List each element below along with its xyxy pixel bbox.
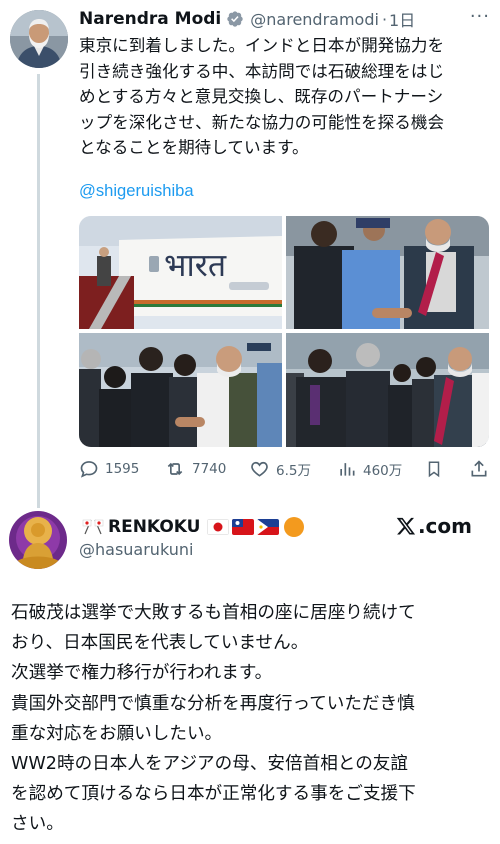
share-button[interactable] <box>469 456 495 482</box>
text-line: めとする方々と意見交換し、既存のパートナーシ <box>79 87 444 107</box>
tweet-header: Narendra Modi @narendramodi · 1日 <box>79 6 415 32</box>
avatar-narendra-modi[interactable] <box>10 10 68 68</box>
repost-count: 7740 <box>192 461 227 477</box>
views-button[interactable]: 460万 <box>337 456 402 482</box>
x-com-watermark: .com <box>396 514 472 538</box>
share-icon <box>471 460 487 477</box>
more-dots-icon[interactable]: ··· <box>470 6 490 27</box>
text-line: 引き続き強化する中、本訪問では石破総理をはじ <box>79 61 445 81</box>
watermark-text: .com <box>417 514 472 538</box>
like-button[interactable]: 6.5万 <box>249 456 311 482</box>
tweet-text-2: 石破茂は選挙で大敗するも首相の座に居座り続けて おり、日本国民を代表していません… <box>11 603 416 835</box>
text-line: となることを期待しています。 <box>79 138 309 158</box>
philippines-flag-icon <box>257 519 280 535</box>
views-count: 460万 <box>363 463 403 479</box>
japan-flag-icon <box>207 519 230 535</box>
photo-welcome-party[interactable] <box>286 333 489 447</box>
reply-count: 1595 <box>105 461 140 477</box>
photo-handshake[interactable] <box>286 216 489 329</box>
timestamp[interactable]: 1日 <box>389 7 415 31</box>
reply-button[interactable]: 1595 <box>79 456 139 482</box>
taiwan-flag-icon <box>232 519 255 535</box>
avatar-renkoku[interactable] <box>9 511 67 569</box>
display-name-2[interactable]: RENKOKU <box>108 517 200 537</box>
text-line: 東京に到着しました。インドと日本が開発協力を <box>79 36 445 55</box>
heart-icon <box>251 461 268 477</box>
crossed-flags-icon <box>82 519 104 535</box>
photo-greeting-group[interactable] <box>79 333 282 447</box>
tweet-text: 東京に到着しました。インドと日本が開発協力を 引き続き強化する中、本訪問では石破… <box>79 33 493 161</box>
views-chart-icon <box>340 463 355 476</box>
photo-grid: भारत <box>79 216 489 447</box>
thread-connector-line <box>37 74 40 508</box>
x-logo-icon <box>396 517 416 535</box>
tweet-header-2: RENKOKU <box>79 514 305 540</box>
separator-dot: · <box>381 9 388 29</box>
repost-button[interactable]: 7740 <box>164 456 226 482</box>
bookmark-button[interactable] <box>425 456 449 482</box>
photo-aircraft[interactable]: भारत <box>79 216 282 329</box>
like-count: 6.5万 <box>276 463 311 479</box>
repost-icon <box>167 462 183 476</box>
handle-2[interactable]: @hasuarukuni <box>79 540 193 559</box>
verified-badge-icon[interactable] <box>226 10 244 28</box>
handle[interactable]: @narendramodi <box>250 10 379 29</box>
bookmark-icon <box>428 461 440 478</box>
reply-icon <box>80 461 98 478</box>
tweet-modi[interactable]: Narendra Modi @narendramodi · 1日 ··· 東京に… <box>0 0 500 508</box>
aircraft-lettering: भारत <box>164 246 227 284</box>
mention-link[interactable]: @shigeruishiba <box>79 181 194 201</box>
display-name[interactable]: Narendra Modi <box>79 9 221 29</box>
tweet-actions: 1595 7740 6.5万 460万 <box>79 456 491 482</box>
text-line: ップを深化させ、新たな協力の可能性を探る機会 <box>79 112 445 132</box>
orange-circle-icon <box>284 517 305 537</box>
